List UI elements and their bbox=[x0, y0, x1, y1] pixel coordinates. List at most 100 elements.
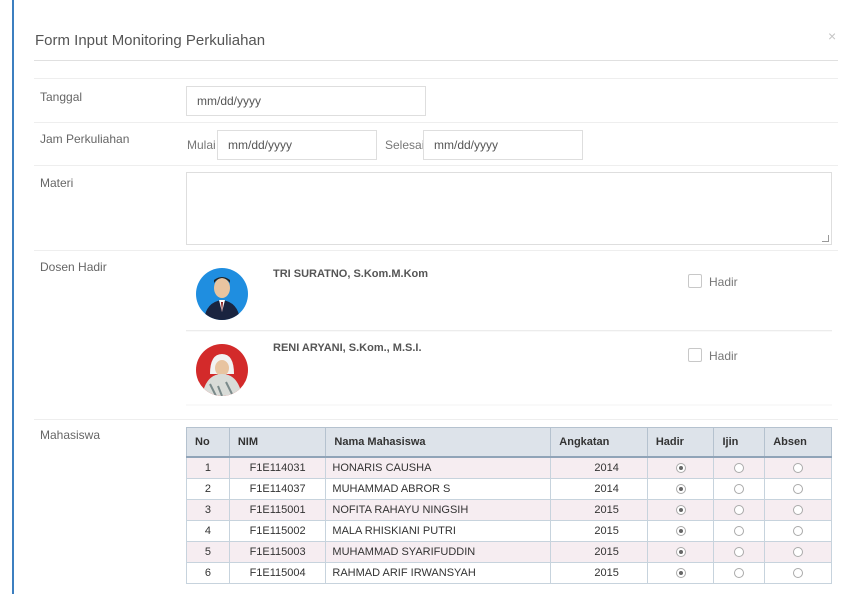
hadir-radio[interactable] bbox=[675, 505, 686, 516]
col-nim: NIM bbox=[228, 427, 327, 458]
materi-label: Materi bbox=[40, 176, 74, 190]
modal-title: Form Input Monitoring Perkuliahan bbox=[35, 32, 266, 49]
absen-radio[interactable] bbox=[793, 484, 804, 495]
dosen-name: TRI SURATNO, S.Kom.M.Kom bbox=[273, 268, 429, 280]
cell-nim: F1E114031 bbox=[228, 456, 327, 479]
divider bbox=[34, 250, 838, 251]
absen-radio[interactable] bbox=[793, 463, 804, 474]
divider bbox=[34, 419, 838, 420]
monitoring-modal: Form Input Monitoring Perkuliahan × Tang… bbox=[14, 8, 851, 594]
cell-ijin bbox=[713, 499, 766, 521]
cell-absen bbox=[764, 562, 832, 584]
hadir-label: Hadir bbox=[709, 275, 738, 289]
cell-hadir bbox=[646, 478, 715, 500]
cell-ijin bbox=[713, 541, 766, 563]
materi-textarea[interactable] bbox=[186, 172, 832, 245]
dosen-name: RENI ARYANI, S.Kom., M.S.I. bbox=[273, 342, 422, 354]
tanggal-label: Tanggal bbox=[40, 90, 83, 104]
cell-nim: F1E115002 bbox=[228, 520, 327, 542]
hadir-radio[interactable] bbox=[675, 526, 686, 537]
divider bbox=[34, 165, 838, 166]
ijin-radio[interactable] bbox=[734, 526, 745, 537]
ijin-radio[interactable] bbox=[734, 568, 745, 579]
dosen-hadir-checkbox[interactable] bbox=[688, 274, 702, 288]
cell-hadir bbox=[646, 499, 715, 521]
cell-nim: F1E114037 bbox=[228, 478, 327, 500]
cell-absen bbox=[764, 499, 832, 521]
cell-ijin bbox=[713, 478, 766, 500]
hadir-radio[interactable] bbox=[675, 484, 686, 495]
cell-absen bbox=[764, 520, 832, 542]
divider bbox=[34, 78, 838, 79]
ijin-radio[interactable] bbox=[734, 505, 745, 516]
ijin-radio[interactable] bbox=[734, 463, 745, 474]
dosen-hadir-checkbox[interactable] bbox=[688, 348, 702, 362]
cell-ijin bbox=[713, 456, 766, 479]
selesai-input[interactable]: mm/dd/yyyy bbox=[423, 130, 583, 160]
absen-radio[interactable] bbox=[793, 526, 804, 537]
avatar bbox=[196, 344, 248, 396]
cell-nama: RAHMAD ARIF IRWANSYAH bbox=[325, 562, 552, 584]
cell-ijin bbox=[713, 520, 766, 542]
table-row: 6 F1E115004 RAHMAD ARIF IRWANSYAH 2015 bbox=[186, 562, 832, 584]
divider bbox=[186, 330, 832, 331]
col-nama: Nama Mahasiswa bbox=[325, 427, 552, 458]
cell-no: 1 bbox=[186, 456, 230, 479]
mulai-label: Mulai bbox=[187, 138, 216, 152]
cell-no: 4 bbox=[186, 520, 230, 542]
tanggal-input[interactable]: mm/dd/yyyy bbox=[186, 86, 426, 116]
cell-hadir bbox=[646, 456, 715, 479]
hadir-radio[interactable] bbox=[675, 463, 686, 474]
cell-nama: MUHAMMAD ABROR S bbox=[325, 478, 552, 500]
cell-nim: F1E115001 bbox=[228, 499, 327, 521]
cell-angkatan: 2014 bbox=[550, 478, 648, 500]
cell-hadir bbox=[646, 562, 715, 584]
table-row: 5 F1E115003 MUHAMMAD SYARIFUDDIN 2015 bbox=[186, 541, 832, 563]
close-icon[interactable]: × bbox=[828, 28, 836, 44]
table-row: 1 F1E114031 HONARIS CAUSHA 2014 bbox=[186, 456, 832, 479]
cell-hadir bbox=[646, 520, 715, 542]
cell-no: 6 bbox=[186, 562, 230, 584]
cell-nama: MALA RHISKIANI PUTRI bbox=[325, 520, 552, 542]
absen-radio[interactable] bbox=[793, 505, 804, 516]
cell-absen bbox=[764, 456, 832, 479]
ijin-radio[interactable] bbox=[734, 547, 745, 558]
resize-handle-icon[interactable] bbox=[822, 235, 829, 242]
col-ijin: Ijin bbox=[713, 427, 766, 458]
col-hadir: Hadir bbox=[646, 427, 715, 458]
ijin-radio[interactable] bbox=[734, 484, 745, 495]
cell-angkatan: 2014 bbox=[550, 456, 648, 479]
table-row: 3 F1E115001 NOFITA RAHAYU NINGSIH 2015 bbox=[186, 499, 832, 521]
cell-absen bbox=[764, 541, 832, 563]
mahasiswa-table: No NIM Nama Mahasiswa Angkatan Hadir Iji… bbox=[186, 427, 832, 584]
absen-radio[interactable] bbox=[793, 547, 804, 558]
cell-no: 3 bbox=[186, 499, 230, 521]
absen-radio[interactable] bbox=[793, 568, 804, 579]
hadir-label: Hadir bbox=[709, 349, 738, 363]
dosen-item: TRI SURATNO, S.Kom.M.Kom Hadir bbox=[186, 258, 832, 330]
cell-nim: F1E115004 bbox=[228, 562, 327, 584]
cell-ijin bbox=[713, 562, 766, 584]
mulai-input[interactable]: mm/dd/yyyy bbox=[217, 130, 377, 160]
col-absen: Absen bbox=[764, 427, 832, 458]
cell-nama: MUHAMMAD SYARIFUDDIN bbox=[325, 541, 552, 563]
jam-label: Jam Perkuliahan bbox=[40, 132, 130, 146]
cell-absen bbox=[764, 478, 832, 500]
avatar bbox=[196, 268, 248, 320]
col-no: No bbox=[186, 427, 230, 458]
table-body: 1 F1E114031 HONARIS CAUSHA 2014 2 F1E114037 MU… bbox=[186, 456, 832, 584]
table-row: 4 F1E115002 MALA RHISKIANI PUTRI 2015 bbox=[186, 520, 832, 542]
col-angkatan: Angkatan bbox=[550, 427, 648, 458]
dosen-label: Dosen Hadir bbox=[40, 260, 107, 274]
cell-angkatan: 2015 bbox=[550, 520, 648, 542]
header-divider bbox=[34, 60, 838, 61]
table-row: 2 F1E114037 MUHAMMAD ABROR S 2014 bbox=[186, 478, 832, 500]
cell-no: 2 bbox=[186, 478, 230, 500]
cell-nim: F1E115003 bbox=[228, 541, 327, 563]
selesai-label: Selesai bbox=[385, 138, 425, 152]
cell-angkatan: 2015 bbox=[550, 541, 648, 563]
cell-angkatan: 2015 bbox=[550, 562, 648, 584]
hadir-radio[interactable] bbox=[675, 568, 686, 579]
hadir-radio[interactable] bbox=[675, 547, 686, 558]
mahasiswa-label: Mahasiswa bbox=[40, 428, 101, 442]
